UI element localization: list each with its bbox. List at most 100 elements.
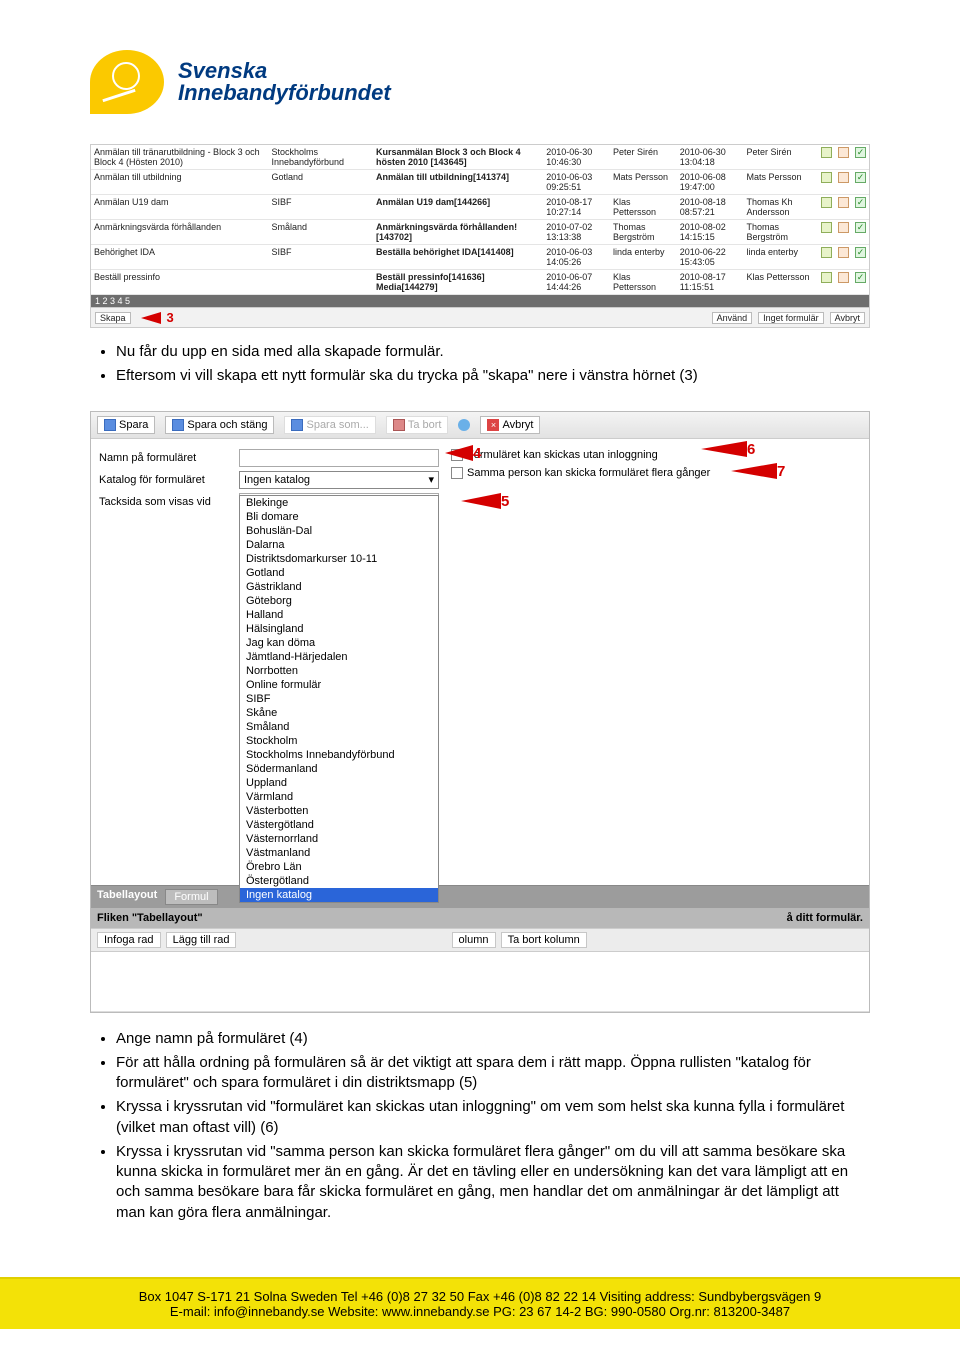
dropdown-option[interactable]: Bohuslän-Dal <box>240 524 438 538</box>
org-logo: Svenska Innebandyförbundet <box>90 50 870 114</box>
instructions-block-2: Ange namn på formuläret (4) För att håll… <box>116 1029 870 1223</box>
form-editor-screenshot: Spara Spara och stäng Spara som... Ta bo… <box>90 411 870 1013</box>
table-cell: SIBF <box>269 195 374 220</box>
check-icon[interactable]: ✓ <box>855 247 866 258</box>
delete-icon[interactable] <box>838 247 849 258</box>
table-cell: linda enterby <box>743 245 818 270</box>
dropdown-option[interactable]: Västernorrland <box>240 832 438 846</box>
table-cell: 2010-08-17 11:15:51 <box>677 270 744 295</box>
dropdown-option[interactable]: Stockholm <box>240 734 438 748</box>
table-row[interactable]: Anmälan U19 damSIBFAnmälan U19 dam[14426… <box>91 195 869 220</box>
dropdown-option[interactable]: Stockholms Innebandyförbund <box>240 748 438 762</box>
folder-dropdown[interactable]: BlekingeBli domareBohuslän-DalDalarnaDis… <box>239 495 439 903</box>
instruction-item: Ange namn på formuläret (4) <box>116 1029 870 1049</box>
form-list-table: Anmälan till tränarutbildning - Block 3 … <box>91 145 869 295</box>
instruction-item: Kryssa i kryssrutan vid "formuläret kan … <box>116 1097 870 1138</box>
table-cell: SIBF <box>269 245 374 270</box>
table-cell: 2010-08-17 10:27:14 <box>543 195 610 220</box>
tab-label: Tabellayout <box>97 889 157 905</box>
dropdown-option[interactable]: Örebro Län <box>240 860 438 874</box>
table-cell: Behörighet IDA <box>91 245 269 270</box>
check-icon[interactable]: ✓ <box>855 172 866 183</box>
dropdown-option[interactable]: Skåne <box>240 706 438 720</box>
remove-column-button[interactable]: Ta bort kolumn <box>501 932 587 948</box>
edit-icon[interactable] <box>821 247 832 258</box>
table-cell: Peter Sirén <box>743 145 818 170</box>
delete-icon <box>393 419 405 431</box>
table-cell: Klas Pettersson <box>610 270 677 295</box>
tab-formul[interactable]: Formul <box>165 889 217 905</box>
dropdown-option[interactable]: Halland <box>240 608 438 622</box>
edit-icon[interactable] <box>821 222 832 233</box>
cancel-button[interactable]: ×Avbryt <box>480 416 540 434</box>
multi-submit-checkbox[interactable] <box>451 467 463 479</box>
no-form-button[interactable]: Inget formulär <box>758 312 824 324</box>
table-row[interactable]: Anmärkningsvärda förhållandenSmålandAnmä… <box>91 220 869 245</box>
cancel-list-button[interactable]: Avbryt <box>830 312 865 324</box>
table-row[interactable]: Anmälan till utbildningGotlandAnmälan ti… <box>91 170 869 195</box>
use-button[interactable]: Använd <box>712 312 753 324</box>
dropdown-option[interactable]: Jämtland-Härjedalen <box>240 650 438 664</box>
dropdown-option[interactable]: Södermanland <box>240 762 438 776</box>
dropdown-option[interactable]: Värmland <box>240 790 438 804</box>
close-icon: × <box>487 419 499 431</box>
edit-icon[interactable] <box>821 272 832 283</box>
dropdown-option[interactable]: Norrbotten <box>240 664 438 678</box>
table-cell: Klas Pettersson <box>743 270 818 295</box>
callout-label-3: 3 <box>167 310 174 325</box>
dropdown-option[interactable]: Blekinge <box>240 496 438 510</box>
dropdown-option[interactable]: Västerbotten <box>240 804 438 818</box>
delete-icon[interactable] <box>838 197 849 208</box>
delete-button[interactable]: Ta bort <box>386 416 449 434</box>
save-button[interactable]: Spara <box>97 416 155 434</box>
edit-icon[interactable] <box>821 147 832 158</box>
insert-row-button[interactable]: Infoga rad <box>97 932 161 948</box>
table-cell: 2010-06-22 15:43:05 <box>677 245 744 270</box>
dropdown-option[interactable]: Småland <box>240 720 438 734</box>
dropdown-option[interactable]: Ingen katalog <box>240 888 438 902</box>
table-cell: Klas Pettersson <box>610 195 677 220</box>
callout-6: 6 <box>701 441 755 458</box>
save-as-button[interactable]: Spara som... <box>284 416 375 434</box>
add-row-button[interactable]: Lägg till rad <box>166 932 237 948</box>
edit-icon[interactable] <box>821 197 832 208</box>
column-button[interactable]: olumn <box>452 932 496 948</box>
dropdown-option[interactable]: Västergötland <box>240 818 438 832</box>
check-icon[interactable]: ✓ <box>855 272 866 283</box>
dropdown-option[interactable]: Bli domare <box>240 510 438 524</box>
dropdown-option[interactable]: Västmanland <box>240 846 438 860</box>
dropdown-option[interactable]: Östergötland <box>240 874 438 888</box>
delete-icon[interactable] <box>838 172 849 183</box>
edit-icon[interactable] <box>821 172 832 183</box>
dropdown-option[interactable]: Hälsingland <box>240 622 438 636</box>
help-icon[interactable] <box>458 419 470 431</box>
delete-icon[interactable] <box>838 222 849 233</box>
form-name-input[interactable] <box>239 449 439 467</box>
dropdown-option[interactable]: Uppland <box>240 776 438 790</box>
delete-icon[interactable] <box>838 147 849 158</box>
table-row[interactable]: Behörighet IDASIBFBeställa behörighet ID… <box>91 245 869 270</box>
table-row[interactable]: Anmälan till tränarutbildning - Block 3 … <box>91 145 869 170</box>
pager[interactable]: 1 2 3 4 5 <box>91 295 869 307</box>
dropdown-option[interactable]: Göteborg <box>240 594 438 608</box>
check-icon[interactable]: ✓ <box>855 197 866 208</box>
dropdown-option[interactable]: Gästrikland <box>240 580 438 594</box>
delete-icon[interactable] <box>838 272 849 283</box>
create-button[interactable]: Skapa <box>95 312 131 324</box>
table-cell: Anmärkningsvärda förhållanden <box>91 220 269 245</box>
check-icon[interactable]: ✓ <box>855 222 866 233</box>
tab-subtitle: Fliken "Tabellayout" <box>97 912 203 924</box>
table-cell: Stockholms Innebandyförbund <box>269 145 374 170</box>
table-cell: Beställ pressinfo <box>91 270 269 295</box>
check-icon[interactable]: ✓ <box>855 147 866 158</box>
table-row[interactable]: Beställ pressinfoBeställ pressinfo[14163… <box>91 270 869 295</box>
save-close-button[interactable]: Spara och stäng <box>165 416 274 434</box>
dropdown-option[interactable]: Gotland <box>240 566 438 580</box>
dropdown-option[interactable]: Dalarna <box>240 538 438 552</box>
dropdown-option[interactable]: SIBF <box>240 692 438 706</box>
form-folder-select[interactable]: Ingen katalog▾ <box>239 471 439 489</box>
dropdown-option[interactable]: Distriktsdomarkurser 10-11 <box>240 552 438 566</box>
dropdown-option[interactable]: Jag kan döma <box>240 636 438 650</box>
dropdown-option[interactable]: Online formulär <box>240 678 438 692</box>
layout-grid[interactable] <box>91 952 869 1012</box>
